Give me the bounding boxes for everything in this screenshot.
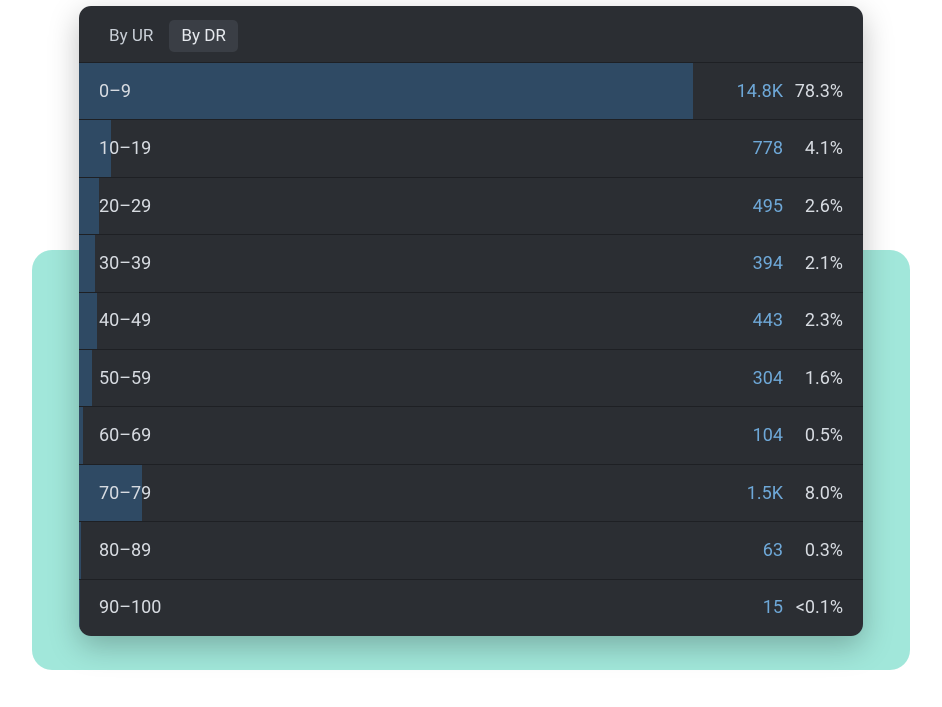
- distribution-row[interactable]: 0–9 14.8K 78.3%: [79, 62, 863, 119]
- distribution-row[interactable]: 10–19 778 4.1%: [79, 119, 863, 176]
- percent-value: 0.5%: [789, 425, 863, 446]
- range-label: 90–100: [79, 597, 709, 618]
- distribution-row[interactable]: 70–79 1.5K 8.0%: [79, 464, 863, 521]
- distribution-row[interactable]: 30–39 394 2.1%: [79, 234, 863, 291]
- range-label: 10–19: [79, 138, 709, 159]
- distribution-row[interactable]: 60–69 104 0.5%: [79, 406, 863, 463]
- range-label: 20–29: [79, 196, 709, 217]
- count-value: 104: [709, 425, 789, 446]
- count-value: 443: [709, 310, 789, 331]
- distribution-row[interactable]: 80–89 63 0.3%: [79, 521, 863, 578]
- distribution-row[interactable]: 50–59 304 1.6%: [79, 349, 863, 406]
- distribution-panel: By UR By DR 0–9 14.8K 78.3% 10–19 778 4.…: [79, 6, 863, 636]
- distribution-row[interactable]: 40–49 443 2.3%: [79, 292, 863, 349]
- percent-value: 2.1%: [789, 253, 863, 274]
- distribution-rows: 0–9 14.8K 78.3% 10–19 778 4.1% 20–29 495…: [79, 62, 863, 636]
- count-value: 304: [709, 368, 789, 389]
- percent-value: 4.1%: [789, 138, 863, 159]
- range-label: 30–39: [79, 253, 709, 274]
- range-label: 80–89: [79, 540, 709, 561]
- percent-value: 78.3%: [789, 81, 863, 102]
- range-label: 50–59: [79, 368, 709, 389]
- range-label: 60–69: [79, 425, 709, 446]
- range-label: 0–9: [79, 81, 709, 102]
- percent-value: <0.1%: [789, 597, 863, 618]
- distribution-row[interactable]: 90–100 15 <0.1%: [79, 579, 863, 636]
- count-value: 495: [709, 196, 789, 217]
- count-value: 14.8K: [709, 81, 789, 102]
- tab-by-dr[interactable]: By DR: [169, 20, 237, 52]
- count-value: 63: [709, 540, 789, 561]
- percent-value: 2.6%: [789, 196, 863, 217]
- percent-value: 1.6%: [789, 368, 863, 389]
- metric-tabs: By UR By DR: [79, 6, 863, 62]
- range-label: 40–49: [79, 310, 709, 331]
- tab-by-ur[interactable]: By UR: [97, 20, 165, 52]
- count-value: 1.5K: [709, 483, 789, 504]
- count-value: 15: [709, 597, 789, 618]
- range-label: 70–79: [79, 483, 709, 504]
- count-value: 778: [709, 138, 789, 159]
- count-value: 394: [709, 253, 789, 274]
- percent-value: 8.0%: [789, 483, 863, 504]
- percent-value: 0.3%: [789, 540, 863, 561]
- percent-value: 2.3%: [789, 310, 863, 331]
- distribution-row[interactable]: 20–29 495 2.6%: [79, 177, 863, 234]
